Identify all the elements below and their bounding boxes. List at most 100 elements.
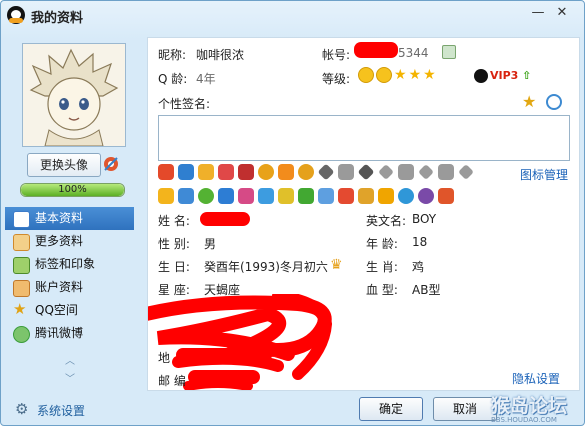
sun-icon [358,67,374,83]
qzone-star-icon: ★ [13,300,27,318]
system-settings-link[interactable]: 系统设置 [37,402,85,419]
service-badges-row-2 [158,188,458,208]
watermark-title: 猴岛论坛 [491,395,568,417]
privacy-settings-link[interactable]: 隐私设置 [512,370,560,387]
badge-icon[interactable] [218,188,234,204]
badge-icon[interactable] [378,164,394,180]
copy-account-icon[interactable] [442,45,456,59]
vip-text: VIP3 [490,69,519,82]
qage-label: Q 龄: [158,72,188,86]
sidebar-item-more-info[interactable]: 更多资料 [5,230,134,253]
badge-icon[interactable] [238,164,254,180]
watermark: 猴岛论坛 BBS.HOUDAO.COM [487,391,583,425]
redaction-mark [200,212,250,226]
sidebar-item-qzone[interactable]: ★ QQ空间 [5,299,134,322]
account-icon [13,280,30,297]
scroll-up-icon[interactable]: ︿ [63,357,77,367]
badge-icon[interactable] [378,188,394,204]
badge-icon[interactable] [317,163,335,181]
redaction-mark [188,370,260,384]
sidebar-item-tags[interactable]: 标签和印象 [5,253,134,276]
service-badges-row-1 [158,163,478,184]
share-icon[interactable] [546,94,562,110]
badge-icon[interactable] [458,164,474,180]
star-icon: ★ [423,67,436,83]
badge-icon[interactable] [278,164,294,180]
gender-label: 性 别: [158,237,190,251]
badge-icon[interactable] [398,188,414,204]
blood-type-label: 血 型: [366,283,398,297]
star-icon: ★ [408,67,422,83]
level-label: 等级: [322,72,351,86]
badge-icon[interactable] [178,164,194,180]
badge-icon[interactable] [298,188,314,204]
redaction-mark [176,348,272,362]
badge-icon[interactable] [358,188,374,204]
badge-icon[interactable] [298,164,314,180]
vip-badge[interactable]: VIP3 ⇧ [474,69,531,83]
english-name-label: 英文名: [366,214,407,228]
badge-icon[interactable] [278,188,294,204]
badge-icon[interactable] [398,164,414,180]
tag-icon [13,257,30,274]
window-title: 我的资料 [31,11,84,26]
sidebar-item-label: 基本资料 [35,211,84,225]
nickname-label: 昵称: [158,48,187,62]
badge-icon[interactable] [238,188,254,204]
sidebar-item-label: 腾讯微博 [35,326,84,340]
crown-icon[interactable]: ♛ [330,257,346,273]
sidebar-item-label: 账户资料 [35,280,84,294]
badge-icon[interactable] [418,164,434,180]
badge-icon[interactable] [357,163,375,181]
profile-card-icon [13,211,30,228]
badge-icon[interactable] [418,188,434,204]
gear-icon[interactable]: ⚙ [15,401,31,417]
sidebar: 更换头像 100% 基本资料 更多资料 标签和印象 账户资料 ★ QQ空间 腾讯… [5,39,142,389]
account-suffix: 5344 [398,46,429,60]
star-edit-icon[interactable]: ★ [522,94,538,110]
redaction-mark [354,42,398,58]
scroll-down-icon[interactable]: ﹀ [63,375,77,385]
birthday-label: 生 日: [158,260,190,274]
ok-button[interactable]: 确定 [359,397,423,421]
signature-label: 个性签名: [158,97,211,111]
badge-icon[interactable] [198,188,214,204]
minimize-button[interactable]: — [529,5,547,21]
avatar [22,43,126,147]
address-label: 地 [158,351,171,365]
qage-value: 4年 [196,72,216,86]
title-bar[interactable]: 我的资料 — ✕ [1,1,584,31]
badge-icon[interactable] [438,164,454,180]
birthday-value: 癸酉年(1993)冬月初六 [204,260,328,274]
badge-icon[interactable] [178,188,194,204]
age-label: 年 龄: [366,237,398,251]
badge-icon[interactable] [198,164,214,180]
badge-icon[interactable] [158,188,174,204]
sidebar-item-basic-info[interactable]: 基本资料 [5,207,134,230]
badge-icon[interactable] [338,188,354,204]
profile-window: 我的资料 — ✕ 更换头像 100% 基本资料 更多资料 标签和印象 账户资料 … [0,0,585,426]
qq-penguin-icon [7,6,25,24]
sidebar-nav: 基本资料 更多资料 标签和印象 账户资料 ★ QQ空间 腾讯微博 [5,207,134,345]
account-label: 帐号: [322,48,351,62]
blood-type-value: AB型 [412,283,441,297]
signature-field[interactable] [158,115,570,161]
badge-icon[interactable] [438,188,454,204]
camera-avatar-icon[interactable] [102,155,120,173]
badge-manage-link[interactable]: 图标管理 [520,166,568,183]
sun-icon [376,67,392,83]
sidebar-item-account[interactable]: 账户资料 [5,276,134,299]
badge-icon[interactable] [258,164,274,180]
badge-icon[interactable] [218,164,234,180]
change-avatar-button[interactable]: 更换头像 [27,153,101,177]
badge-icon[interactable] [258,188,274,204]
profile-content: 昵称: 咖啡很浓 帐号: 5344 Q 龄: 4年 等级: ★ ★ ★ VIP3 ⇧… [147,37,580,391]
qq-penguin-icon [474,69,488,83]
sidebar-item-weibo[interactable]: 腾讯微博 [5,322,134,345]
badge-icon[interactable] [318,188,334,204]
age-value: 18 [412,235,428,249]
badge-icon[interactable] [158,164,174,180]
arrow-up-icon: ⇧ [522,69,532,82]
close-button[interactable]: ✕ [553,5,571,21]
badge-icon[interactable] [338,164,354,180]
